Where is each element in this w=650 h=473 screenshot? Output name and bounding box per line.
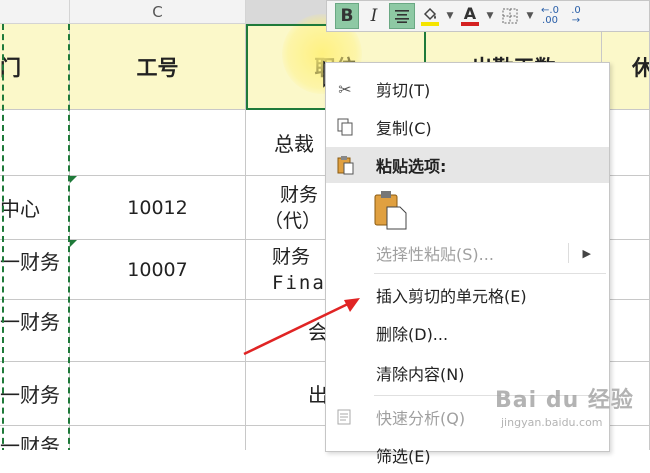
- menu-item-label: 筛选(E): [376, 447, 431, 466]
- fill-color-swatch: [421, 22, 439, 26]
- table-cell[interactable]: [70, 110, 246, 176]
- table-cell[interactable]: [0, 110, 70, 176]
- menu-item-label: 复制(C): [376, 119, 432, 138]
- menu-item-paste-special[interactable]: 选择性粘贴(S)... ▶: [326, 235, 609, 271]
- clipboard-paste-icon: [374, 191, 407, 230]
- menu-item-label: 清除内容(N): [376, 365, 465, 384]
- font-color-dropdown[interactable]: ▼: [485, 3, 495, 29]
- red-arrow-annotation: [243, 298, 360, 356]
- align-center-icon: [395, 10, 409, 23]
- watermark-url: jingyan.baidu.com: [501, 416, 603, 429]
- menu-section-label: 粘贴选项:: [376, 157, 447, 176]
- table-cell[interactable]: 10012: [70, 176, 246, 240]
- error-indicator-icon: [70, 176, 77, 183]
- header-cell-employee-id[interactable]: 工号: [70, 24, 246, 110]
- center-align-button[interactable]: [389, 3, 415, 29]
- paste-icon: [334, 154, 356, 176]
- menu-item-copy[interactable]: 复制(C): [326, 109, 609, 145]
- menu-separator: [374, 273, 606, 274]
- cell-text-line: （代）: [264, 209, 322, 232]
- menu-item-label: 选择性粘贴(S)...: [376, 245, 494, 264]
- table-cell[interactable]: 中心: [0, 176, 70, 240]
- borders-dropdown[interactable]: ▼: [525, 3, 535, 29]
- column-header-c[interactable]: C: [70, 0, 246, 24]
- cell-text-line: 财务: [280, 183, 319, 206]
- menu-item-cut[interactable]: ✂ 剪切(T): [326, 71, 609, 107]
- cell-text-line: 财务: [272, 245, 311, 268]
- scissors-icon: ✂: [338, 79, 352, 99]
- borders-button[interactable]: [499, 3, 521, 29]
- font-color-swatch: [461, 22, 479, 26]
- font-color-button[interactable]: A: [459, 3, 481, 29]
- table-cell[interactable]: [70, 300, 246, 362]
- italic-button[interactable]: I: [363, 3, 385, 29]
- column-header-b[interactable]: [0, 0, 70, 24]
- increase-decimal-icon: .00: [542, 15, 558, 26]
- error-indicator-icon: [70, 240, 77, 247]
- header-cell-department[interactable]: 门: [0, 24, 70, 110]
- paste-option-button[interactable]: [372, 189, 412, 233]
- bold-button[interactable]: B: [335, 3, 359, 29]
- menu-item-label: 剪切(T): [376, 81, 431, 100]
- table-cell[interactable]: 一财务: [0, 300, 70, 362]
- baidu-watermark: Bai du 经验 jingyan.baidu.com: [495, 380, 645, 440]
- submenu-arrow-icon: ▶: [582, 246, 591, 260]
- menu-item-label: 插入剪切的单元格(E): [376, 287, 527, 306]
- quick-analysis-icon: [334, 406, 356, 428]
- submenu-separator: [568, 243, 569, 263]
- paint-bucket-icon: [423, 7, 437, 21]
- table-cell[interactable]: [70, 362, 246, 426]
- fill-color-dropdown[interactable]: ▼: [445, 3, 455, 29]
- menu-item-label: 快速分析(Q): [376, 409, 466, 428]
- increase-decimal-button[interactable]: ←.0 .00: [539, 3, 561, 29]
- menu-section-paste-options: 粘贴选项:: [326, 147, 609, 183]
- table-cell[interactable]: 一财务: [0, 426, 70, 450]
- decrease-decimal-button[interactable]: .0 →: [565, 3, 587, 29]
- mini-format-toolbar: B I ▼ A ▼ ▼ ←.0 .00 .0 →: [326, 0, 650, 32]
- table-cell[interactable]: [70, 426, 246, 450]
- decrease-decimal-icon: →: [571, 15, 581, 26]
- border-grid-icon: [502, 8, 518, 24]
- table-cell[interactable]: 一财务: [0, 240, 70, 300]
- menu-item-label: 删除(D)...: [376, 325, 449, 344]
- fill-color-button[interactable]: [419, 3, 441, 29]
- menu-item-filter[interactable]: 筛选(E): [326, 437, 609, 473]
- watermark-logo-text: Bai du 经验: [495, 388, 634, 413]
- copy-icon: [334, 116, 356, 138]
- table-cell[interactable]: 一财务: [0, 362, 70, 426]
- table-cell[interactable]: 10007: [70, 240, 246, 300]
- font-color-letter: A: [463, 4, 477, 23]
